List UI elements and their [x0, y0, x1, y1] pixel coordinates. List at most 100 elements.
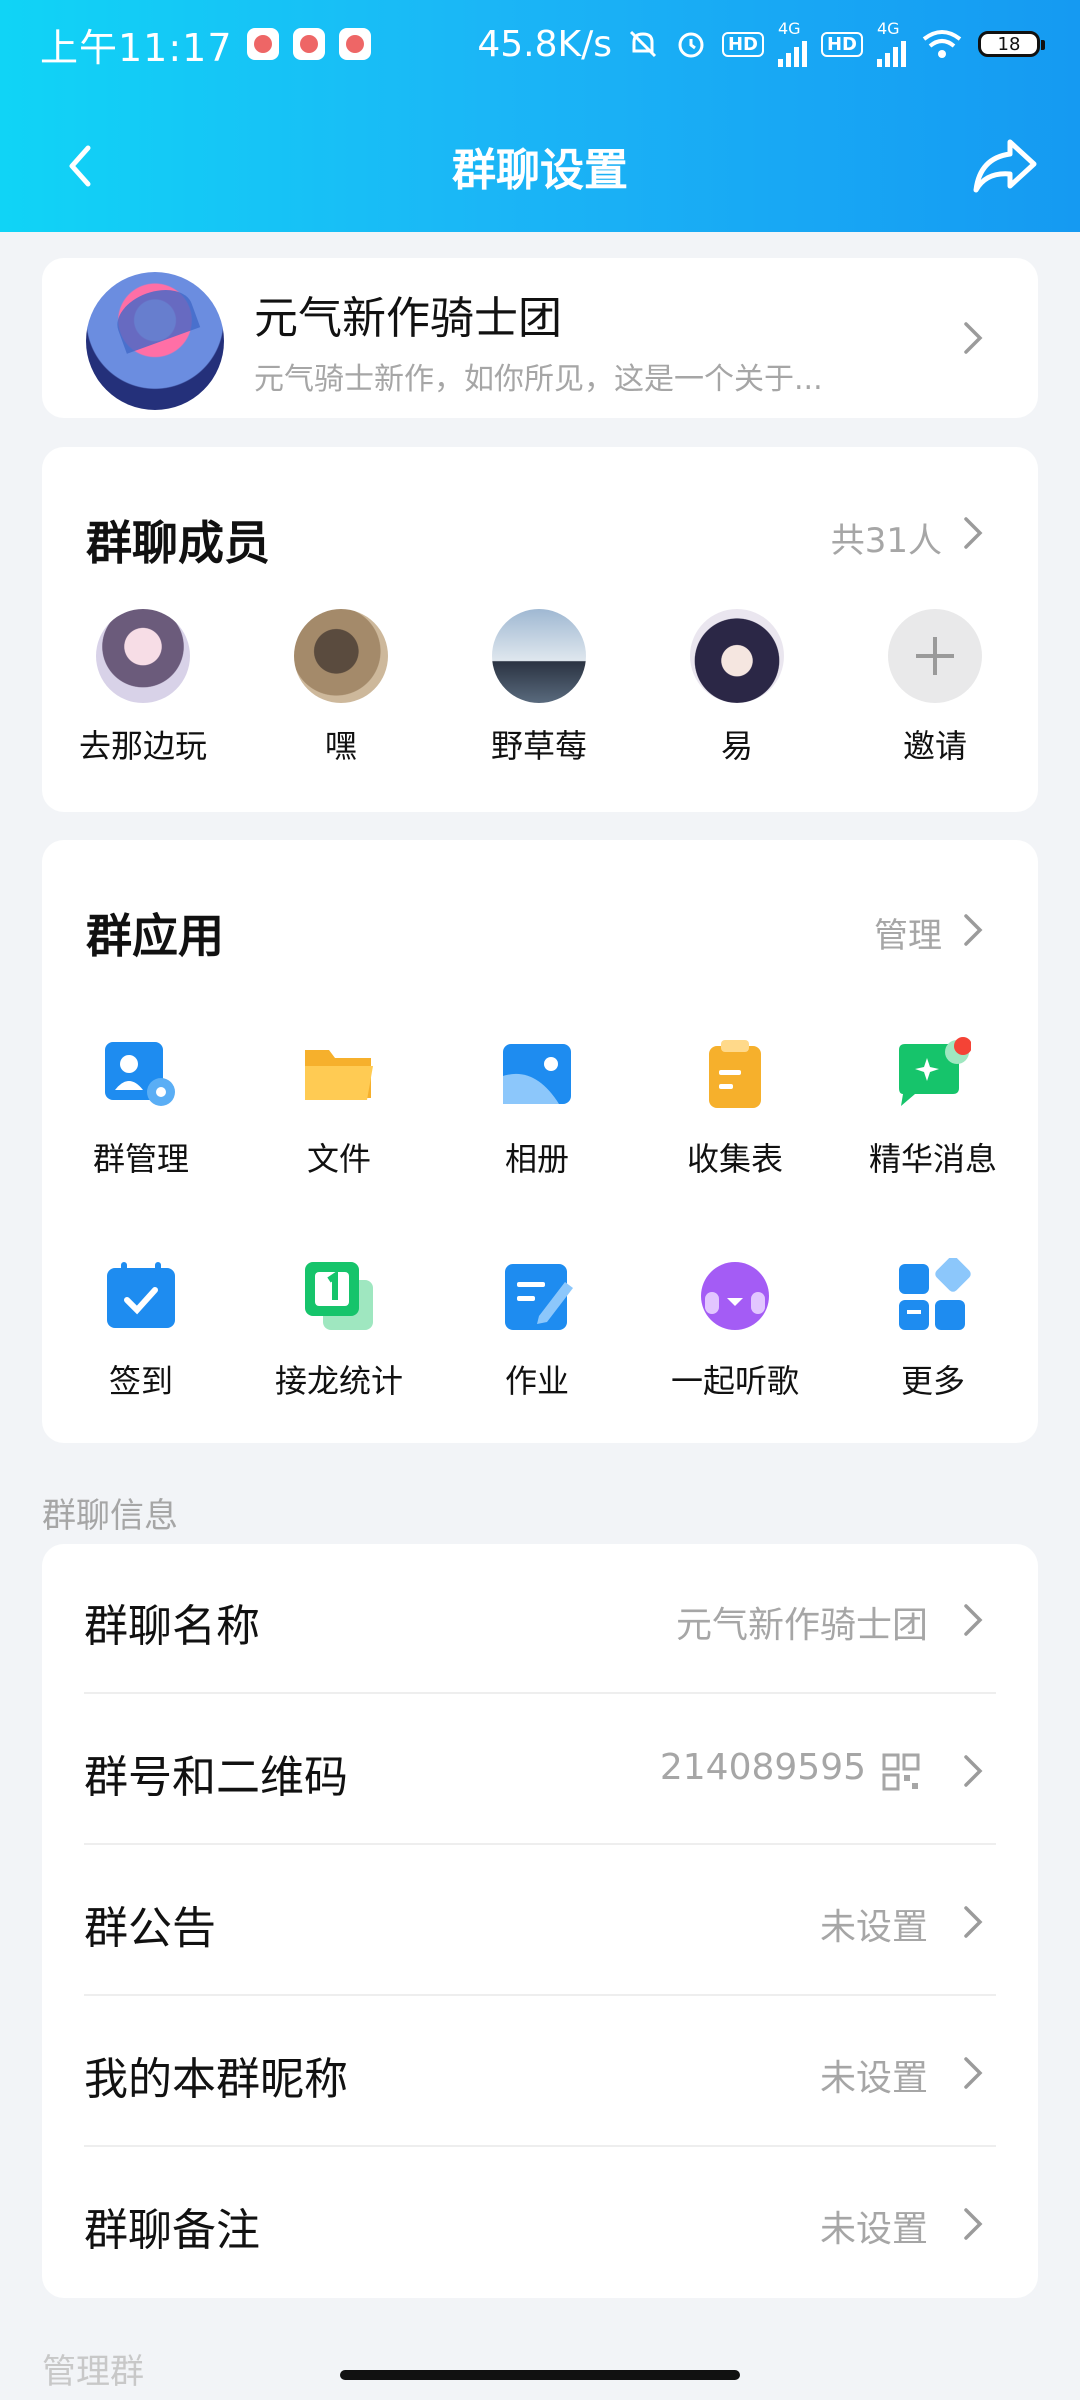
network-type: 4G — [877, 19, 900, 38]
top-bar: 上午11:17 45.8K/s HD 4G HD 4G 18 群聊设置 — [0, 0, 1080, 232]
row-group-number-qrcode[interactable]: 群号和二维码 214089595 — [42, 1695, 1038, 1845]
music-together-icon — [701, 1262, 769, 1330]
member-avatar — [96, 609, 190, 703]
app-check-in[interactable]: 签到 — [42, 1258, 240, 1402]
chevron-right-icon — [964, 2057, 983, 2089]
status-time: 上午11:17 — [40, 25, 233, 70]
app-essence-message[interactable]: 精华消息 — [834, 1036, 1032, 1180]
app-label: 更多 — [900, 1362, 965, 1400]
more-grid-icon — [899, 1256, 971, 1330]
group-info-card: 群聊名称 元气新作骑士团 群号和二维码 214089595 群公告 未设置 我的… — [42, 1544, 1038, 2298]
app-label: 精华消息 — [868, 1140, 997, 1178]
row-label: 我的本群昵称 — [84, 2054, 348, 2105]
row-label: 群号和二维码 — [84, 1752, 348, 1803]
chevron-right-icon — [964, 2208, 983, 2240]
nav-bar: 群聊设置 — [0, 128, 1080, 204]
chevron-right-icon[interactable] — [962, 912, 984, 948]
member-name: 野草莓 — [490, 727, 587, 765]
row-value: 未设置 — [819, 2058, 928, 2099]
member-name: 易 — [720, 727, 753, 765]
qr-code-icon — [882, 1753, 920, 1791]
group-apps-card: 群应用 管理 群管理 文件 相册 收集表 精华消息 签到 接龙统计 作业 一起听… — [42, 840, 1038, 1443]
row-group-announcement[interactable]: 群公告 未设置 — [42, 1846, 1038, 1996]
back-arrow-icon[interactable] — [52, 136, 112, 196]
apps-title: 群应用 — [86, 909, 224, 963]
notification-app-icon — [246, 28, 279, 60]
divider — [84, 1843, 996, 1845]
network-type: 4G — [777, 19, 801, 38]
member-count[interactable]: 共31人 — [831, 513, 942, 562]
app-album[interactable]: 相册 — [438, 1036, 636, 1180]
hd-badge: HD — [721, 31, 764, 57]
relay-count-icon — [305, 1262, 373, 1330]
invite-label: 邀请 — [902, 727, 967, 765]
row-label: 群公告 — [84, 1903, 216, 1954]
member-avatar — [690, 609, 784, 703]
app-listen-together[interactable]: 一起听歌 — [636, 1258, 834, 1402]
group-avatar — [86, 272, 224, 410]
chevron-right-icon — [964, 1906, 983, 1938]
alarm-icon — [678, 32, 704, 58]
folder-icon — [305, 1050, 373, 1100]
member-item[interactable]: 易 — [638, 609, 836, 767]
app-group-manage[interactable]: 群管理 — [42, 1036, 240, 1180]
page-title: 群聊设置 — [452, 145, 628, 196]
homework-icon — [505, 1264, 573, 1330]
app-collect-form[interactable]: 收集表 — [636, 1036, 834, 1180]
plus-icon — [888, 609, 982, 703]
divider — [84, 2145, 996, 2147]
app-label: 群管理 — [92, 1140, 189, 1178]
group-name: 元气新作骑士团 — [254, 293, 562, 344]
apps-manage-link[interactable]: 管理 — [874, 908, 942, 957]
chevron-right-icon — [964, 1604, 983, 1636]
invite-button[interactable]: 邀请 — [836, 609, 1034, 767]
battery-icon: 18 — [978, 31, 1045, 57]
members-title: 群聊成员 — [86, 516, 270, 570]
group-profile-card[interactable]: 元气新作骑士团 元气骑士新作，如你所见，这是一个关于... — [42, 258, 1038, 418]
divider — [84, 1994, 996, 1996]
members-card: 群聊成员 共31人 去那边玩 嘿 野草莓 易 邀请 — [42, 447, 1038, 812]
row-label: 群聊名称 — [84, 1601, 260, 1652]
notification-app-icon — [292, 28, 325, 60]
info-section-label: 群聊信息 — [42, 1496, 178, 1536]
wifi-icon — [922, 30, 962, 58]
app-relay-count[interactable]: 接龙统计 — [240, 1258, 438, 1402]
group-description: 元气骑士新作，如你所见，这是一个关于... — [254, 362, 823, 397]
status-bar: 上午11:17 45.8K/s HD 4G HD 4G 18 — [40, 18, 1045, 70]
mute-bell-icon — [629, 30, 657, 58]
member-name: 去那边玩 — [78, 727, 207, 765]
home-indicator[interactable] — [340, 2370, 740, 2380]
app-label: 接龙统计 — [274, 1362, 403, 1400]
net-speed: 45.8K/s — [477, 23, 612, 65]
row-group-remark[interactable]: 群聊备注 未设置 — [42, 2148, 1038, 2298]
app-label: 作业 — [504, 1362, 569, 1400]
member-avatar — [294, 609, 388, 703]
chevron-right-icon — [964, 322, 983, 354]
row-my-group-nickname[interactable]: 我的本群昵称 未设置 — [42, 1997, 1038, 2147]
app-file[interactable]: 文件 — [240, 1036, 438, 1180]
album-icon — [503, 1044, 571, 1104]
app-label: 文件 — [306, 1140, 371, 1178]
notification-app-icon — [338, 28, 371, 60]
share-icon[interactable] — [970, 134, 1040, 198]
chevron-right-icon[interactable] — [962, 515, 984, 551]
clipboard-icon — [709, 1040, 761, 1108]
member-list: 去那边玩 嘿 野草莓 易 邀请 — [42, 609, 1038, 779]
signal-icon — [877, 37, 906, 67]
row-label: 群聊备注 — [84, 2205, 260, 2256]
member-item[interactable]: 野草莓 — [440, 609, 638, 767]
group-number: 214089595 — [659, 1747, 866, 1788]
member-name: 嘿 — [324, 727, 357, 765]
member-item[interactable]: 去那边玩 — [44, 609, 242, 767]
app-label: 签到 — [108, 1362, 173, 1400]
calendar-check-icon — [107, 1262, 175, 1328]
hd-badge: HD — [820, 31, 863, 57]
essence-message-icon — [899, 1037, 972, 1106]
app-homework[interactable]: 作业 — [438, 1258, 636, 1402]
app-more[interactable]: 更多 — [834, 1256, 1032, 1402]
member-item[interactable]: 嘿 — [242, 609, 440, 767]
divider — [84, 1692, 996, 1694]
app-label: 相册 — [504, 1140, 569, 1178]
row-group-name[interactable]: 群聊名称 元气新作骑士团 — [42, 1544, 1038, 1694]
member-avatar — [492, 609, 586, 703]
